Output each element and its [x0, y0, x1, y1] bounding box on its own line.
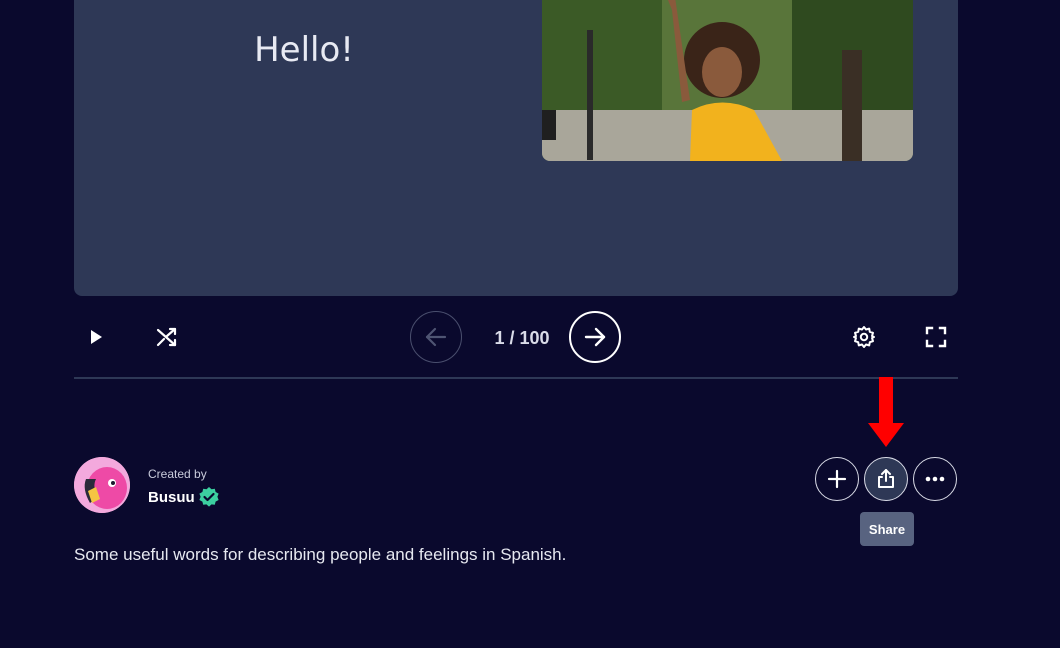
share-icon: [878, 469, 894, 488]
flashcard[interactable]: Hello!: [74, 0, 958, 296]
set-description: Some useful words for describing people …: [74, 545, 567, 564]
card-term: Hello!: [254, 30, 354, 70]
verified-badge-icon: [198, 486, 220, 508]
avatar[interactable]: [74, 457, 130, 513]
shuffle-icon[interactable]: [153, 323, 181, 351]
annotation-arrow-icon: [868, 377, 904, 447]
previous-card-button[interactable]: [410, 311, 462, 363]
arrow-right-icon: [584, 327, 606, 347]
card-controls: 1 / 100: [74, 310, 958, 378]
card-image: [542, 0, 913, 161]
card-photo: [542, 0, 913, 161]
add-to-folder-button[interactable]: [815, 457, 859, 501]
more-options-button[interactable]: [913, 457, 957, 501]
play-icon[interactable]: [82, 323, 110, 351]
creator-info: Created by Busuu: [74, 457, 374, 513]
share-tooltip: Share: [860, 512, 914, 546]
more-icon: [925, 476, 945, 482]
gear-icon[interactable]: [850, 323, 878, 351]
creator-name[interactable]: Busuu: [148, 489, 195, 506]
next-card-button[interactable]: [569, 311, 621, 363]
arrow-left-icon: [425, 327, 447, 347]
fullscreen-icon[interactable]: [922, 323, 950, 351]
divider: [74, 377, 958, 379]
flamingo-avatar-icon: [74, 457, 130, 513]
created-by-label: Created by: [148, 467, 207, 481]
card-counter: 1 / 100: [494, 328, 550, 348]
share-button[interactable]: [864, 457, 908, 501]
plus-icon: [827, 469, 847, 489]
